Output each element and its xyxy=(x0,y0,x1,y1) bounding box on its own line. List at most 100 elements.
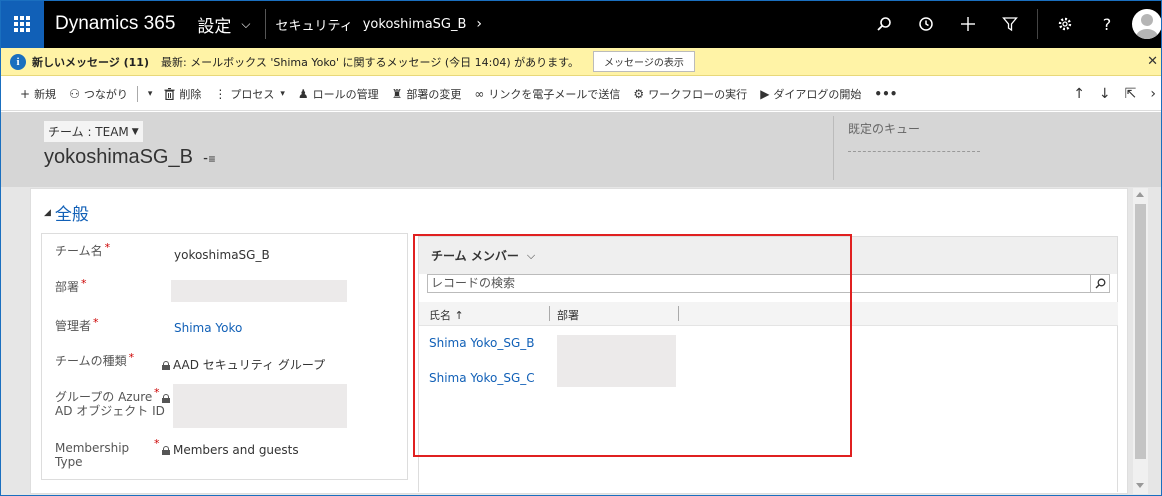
team-name-value[interactable]: yokoshimaSG_B xyxy=(174,248,270,262)
business-unit-icon: ♜ xyxy=(391,86,403,101)
connect-label: つながり xyxy=(83,87,128,101)
lock-icon xyxy=(162,446,170,455)
menu-icon[interactable]: ⁃≡ xyxy=(203,152,216,166)
process-button[interactable]: ⋮ プロセス ▾ xyxy=(214,86,285,102)
member-business-unit-cell xyxy=(557,335,676,387)
search-input[interactable]: レコードの検索 xyxy=(427,274,1110,293)
app-launcher-button[interactable] xyxy=(0,0,44,48)
connect-dropdown-button[interactable]: ▾ xyxy=(148,89,153,99)
new-button[interactable]: + 新規 xyxy=(20,86,56,102)
required-icon: * xyxy=(104,241,111,254)
form-selector[interactable]: チーム : TEAM ▼ xyxy=(44,121,143,142)
general-fields: チーム名 * yokoshimaSG_B 部署 * 管理者 * Shima Yoko … xyxy=(41,233,408,480)
team-type-value[interactable]: AAD セキュリティ グループ xyxy=(162,356,325,373)
subgrid-column-headers: 氏名 ↑ 部署 xyxy=(419,302,1118,326)
default-queue-field: 既定のキュー xyxy=(833,116,1023,180)
search-icon xyxy=(877,17,891,31)
record-title: yokoshimaSG_B ⁃≡ xyxy=(44,146,216,169)
team-name-label: チーム名 * xyxy=(55,241,111,258)
chevron-right-icon[interactable]: › xyxy=(476,16,482,32)
plus-icon: + xyxy=(20,86,31,101)
notification-bar: i 新しいメッセージ (11) 最新: メールボックス 'Shima Yoko'… xyxy=(0,48,1162,76)
start-dialog-label: ダイアログの開始 xyxy=(773,87,862,101)
record-navigation: ↑ ↓ ⇱ › xyxy=(1073,77,1162,111)
administrator-link[interactable]: Shima Yoko xyxy=(174,321,242,335)
process-icon: ⋮ xyxy=(214,86,227,101)
change-business-unit-label: 部署の変更 xyxy=(406,87,462,101)
user-icon xyxy=(1136,14,1158,39)
app-brand[interactable]: Dynamics 365 xyxy=(55,13,175,35)
chevron-right-icon[interactable]: › xyxy=(1150,86,1156,102)
member-row-link[interactable]: Shima Yoko_SG_B xyxy=(429,336,535,350)
area-selector[interactable]: 設定 ⌵ xyxy=(197,9,266,39)
azure-ad-id-value[interactable] xyxy=(173,384,347,428)
business-unit-value[interactable] xyxy=(171,280,347,302)
connect-icon: ⚇ xyxy=(69,86,80,101)
required-icon: * xyxy=(154,386,160,399)
close-icon[interactable]: ✕ xyxy=(1147,54,1158,69)
filter-icon xyxy=(1002,17,1018,32)
run-workflow-button[interactable]: ⚙ ワークフローの実行 xyxy=(633,86,747,102)
column-full-name[interactable]: 氏名 ↑ xyxy=(429,307,464,323)
vertical-scrollbar[interactable] xyxy=(1133,188,1148,494)
change-business-unit-button[interactable]: ♜ 部署の変更 xyxy=(392,86,462,102)
top-navigation-bar: Dynamics 365 設定 ⌵ セキュリティ yokoshimaSG_B ›… xyxy=(0,0,1162,48)
search-placeholder: レコードの検索 xyxy=(431,276,516,290)
chevron-down-icon: ▾ xyxy=(147,88,153,99)
avatar[interactable] xyxy=(1132,9,1162,39)
section-title: 全般 xyxy=(54,205,89,225)
record-name: yokoshimaSG_B xyxy=(44,146,193,168)
connect-button[interactable]: ⚇ つながり xyxy=(69,86,128,102)
breadcrumb-security[interactable]: セキュリティ xyxy=(276,15,353,34)
question-icon: ? xyxy=(1102,14,1112,34)
breadcrumb-entity[interactable]: yokoshimaSG_B xyxy=(363,17,467,32)
ellipsis-icon: ••• xyxy=(874,86,898,101)
dialog-icon: ▶ xyxy=(760,86,770,101)
default-queue-value[interactable] xyxy=(848,151,980,152)
gear-icon xyxy=(1058,17,1072,31)
start-dialog-button[interactable]: ▶ ダイアログの開始 xyxy=(760,86,861,102)
caret-down-icon: ▼ xyxy=(131,126,139,137)
record-header: チーム : TEAM ▼ yokoshimaSG_B ⁃≡ 既定のキュー xyxy=(0,112,1162,187)
scroll-up-icon[interactable] xyxy=(1136,192,1144,197)
new-label: 新規 xyxy=(34,87,57,101)
scroll-down-icon[interactable] xyxy=(1136,483,1144,488)
help-button[interactable]: ? xyxy=(1086,0,1128,48)
search-button[interactable] xyxy=(1090,274,1110,293)
expand-icon[interactable]: ⇱ xyxy=(1125,86,1137,102)
search-button[interactable] xyxy=(863,0,905,48)
area-label: 設定 xyxy=(197,16,232,37)
lock-icon xyxy=(162,361,170,370)
column-business-unit[interactable]: 部署 xyxy=(557,307,579,323)
arrow-down-icon[interactable]: ↓ xyxy=(1099,86,1111,102)
settings-button[interactable] xyxy=(1044,0,1086,48)
view-messages-button[interactable]: メッセージの表示 xyxy=(593,51,695,72)
required-icon: * xyxy=(154,437,160,450)
manage-roles-button[interactable]: ♟ ロールの管理 xyxy=(298,86,379,102)
info-icon: i xyxy=(10,53,26,70)
search-icon xyxy=(1095,278,1105,289)
delete-button[interactable]: 削除 xyxy=(164,86,201,102)
entity-type-label: チーム : TEAM xyxy=(48,125,129,139)
notification-text: 最新: メールボックス 'Shima Yoko' に関するメッセージ (今日 1… xyxy=(160,55,580,69)
advanced-find-button[interactable] xyxy=(989,0,1031,48)
chevron-down-icon: ⌵ xyxy=(241,16,251,31)
administrator-label: 管理者 * xyxy=(55,316,99,333)
email-link-button[interactable]: ∞ リンクを電子メールで送信 xyxy=(474,86,620,102)
membership-type-value[interactable]: Members and guests xyxy=(162,443,299,457)
create-button[interactable] xyxy=(947,0,989,48)
section-header-general[interactable]: ◢ 全般 xyxy=(44,200,89,225)
member-row-link[interactable]: Shima Yoko_SG_C xyxy=(429,371,535,385)
plus-icon xyxy=(961,17,975,31)
chevron-down-icon: ▾ xyxy=(280,88,285,99)
more-commands-button[interactable]: ••• xyxy=(874,87,897,101)
arrow-up-icon[interactable]: ↑ xyxy=(1073,86,1085,102)
business-unit-label: 部署 * xyxy=(55,277,87,294)
recent-button[interactable] xyxy=(905,0,947,48)
nav-actions: ? xyxy=(863,0,1162,48)
scrollbar-thumb[interactable] xyxy=(1135,204,1146,459)
email-link-label: リンクを電子メールで送信 xyxy=(488,87,621,101)
role-icon: ♟ xyxy=(297,86,309,101)
process-label: プロセス xyxy=(230,87,275,101)
subgrid-header[interactable]: チーム メンバー ⌵ xyxy=(419,237,1117,274)
